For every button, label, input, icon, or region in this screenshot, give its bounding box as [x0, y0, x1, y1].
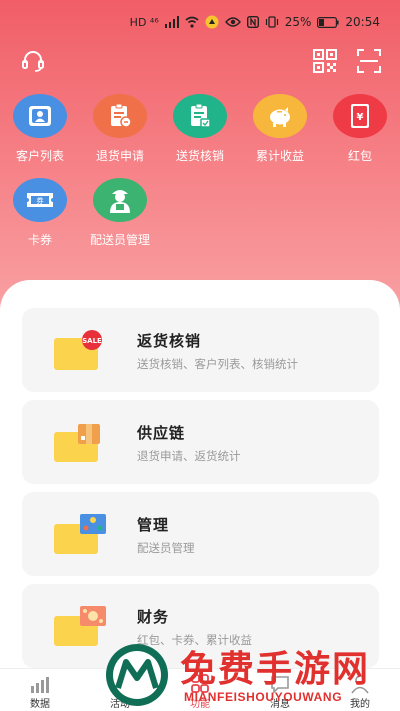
- card-subtitle: 送货核销、客户列表、核销统计: [137, 357, 298, 371]
- site-watermark: 免费手游网 MIANFEISHOUYOUWANG: [104, 640, 400, 711]
- card-title: 管理: [137, 516, 170, 534]
- delivery-doc-icon: [173, 94, 227, 138]
- shortcut-label: 退货申请: [95, 149, 144, 163]
- card-title: 返货核销: [137, 332, 202, 350]
- card-management[interactable]: 管理 配送员管理: [22, 492, 379, 576]
- app-notification-icon: [205, 15, 219, 29]
- qr-code-icon[interactable]: [312, 48, 338, 74]
- shortcut-red-envelope[interactable]: ¥ 红包: [320, 94, 400, 164]
- vibrate-icon: [265, 16, 278, 28]
- carrier-badges: HD ⁴⁶: [129, 15, 159, 29]
- sale-badge: SALE: [82, 337, 102, 345]
- finance-folder-icon: [54, 606, 106, 646]
- shortcut-delivery-verify[interactable]: 送货核销: [160, 94, 240, 164]
- status-bar: HD ⁴⁶ 25% 20:54: [0, 0, 400, 44]
- shortcut-label: 客户列表: [15, 149, 64, 163]
- card-supply-chain[interactable]: 供应链 退货申请、返货统计: [22, 400, 379, 484]
- box-folder-icon: [54, 424, 100, 462]
- shortcut-total-earnings[interactable]: 累计收益: [240, 94, 320, 164]
- shortcut-courier-management[interactable]: 配送员管理: [80, 178, 160, 248]
- coupon-icon: 券: [13, 178, 67, 222]
- top-bar: [0, 44, 400, 84]
- headset-icon[interactable]: [20, 48, 46, 74]
- customer-card-icon: [13, 94, 67, 138]
- shortcut-label: 卡券: [27, 233, 52, 247]
- shortcut-coupons[interactable]: 券 卡券: [0, 178, 80, 248]
- card-subtitle: 配送员管理: [137, 541, 195, 555]
- shortcut-label: 累计收益: [255, 149, 304, 163]
- card-subtitle: 退货申请、返货统计: [137, 449, 241, 463]
- scan-icon[interactable]: [356, 48, 382, 74]
- clock: 20:54: [345, 15, 380, 29]
- management-folder-icon: [54, 514, 106, 554]
- shortcut-label: 红包: [347, 149, 372, 163]
- wifi-icon: [185, 16, 199, 28]
- nfc-icon: [246, 16, 259, 28]
- card-return-verify[interactable]: SALE 返货核销 送货核销、客户列表、核销统计: [22, 308, 379, 392]
- shortcut-label: 送货核销: [175, 149, 224, 163]
- bar-chart-icon: [31, 677, 49, 693]
- svg-text:券: 券: [37, 196, 44, 205]
- courier-icon: [93, 178, 147, 222]
- feature-panel: SALE 返货核销 送货核销、客户列表、核销统计 供应链 退货申请、返货统计 管…: [0, 280, 400, 680]
- signal-icon: [164, 16, 179, 28]
- tab-data[interactable]: 数据: [0, 669, 80, 711]
- shortcut-label: 配送员管理: [89, 233, 150, 247]
- piggy-bank-icon: [253, 94, 307, 138]
- red-envelope-icon: ¥: [333, 94, 387, 138]
- sale-folder-icon: SALE: [54, 330, 102, 370]
- shortcut-return-request[interactable]: 退货申请: [80, 94, 160, 164]
- card-title: 供应链: [137, 424, 186, 442]
- watermark-subtitle: MIANFEISHOUYOUWANG: [184, 690, 343, 704]
- eye-icon: [224, 17, 241, 27]
- return-doc-icon: [93, 94, 147, 138]
- battery-percent: 25%: [284, 15, 312, 29]
- shortcut-customer-list[interactable]: 客户列表: [0, 94, 80, 164]
- battery-icon: [317, 16, 340, 28]
- tab-label: 数据: [30, 699, 50, 710]
- svg-text:¥: ¥: [357, 112, 364, 123]
- watermark-logo: [106, 644, 168, 706]
- card-title: 财务: [137, 608, 170, 626]
- watermark-title: 免费手游网: [180, 648, 371, 690]
